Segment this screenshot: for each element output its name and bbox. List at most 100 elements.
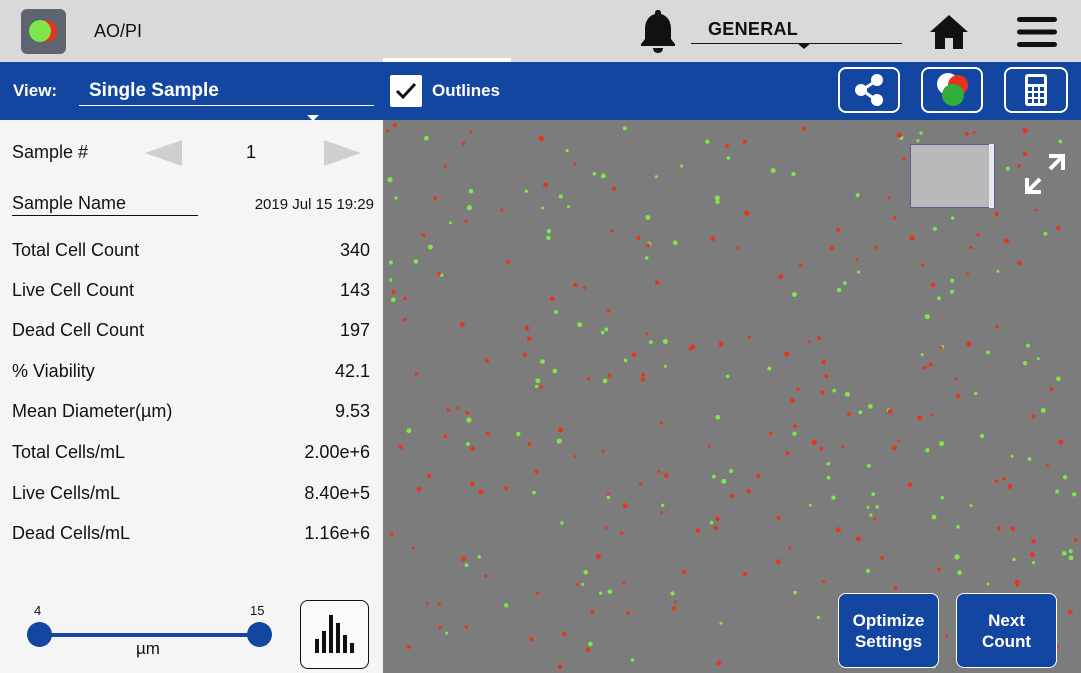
dead-cell-dot bbox=[966, 272, 969, 276]
next-sample-arrow-icon[interactable] bbox=[324, 140, 361, 166]
live-cell-dot bbox=[663, 364, 667, 368]
dead-cell-dot bbox=[1022, 127, 1028, 134]
dead-cell-dot bbox=[607, 373, 612, 377]
live-cell-dot bbox=[680, 164, 684, 168]
ao-pi-app-icon[interactable] bbox=[21, 9, 66, 54]
dead-cell-dot bbox=[880, 555, 884, 560]
dead-cell-dot bbox=[619, 531, 624, 535]
live-cell-dot bbox=[468, 189, 474, 194]
live-cell-dot bbox=[951, 216, 955, 220]
cell-image-viewer[interactable]: Optimize Settings Next Count bbox=[383, 120, 1081, 673]
histogram-button[interactable] bbox=[300, 600, 369, 669]
live-cell-dot bbox=[770, 168, 776, 174]
dead-cell-dot bbox=[485, 431, 490, 436]
previous-sample-arrow-icon[interactable] bbox=[145, 140, 182, 166]
size-range-max-label: 15 bbox=[250, 603, 265, 618]
live-cell-dot bbox=[865, 568, 871, 574]
hamburger-menu-icon[interactable] bbox=[1015, 16, 1059, 48]
dead-cell-dot bbox=[730, 493, 735, 499]
sample-name-field[interactable]: Sample Name bbox=[12, 193, 198, 216]
dead-cell-dot bbox=[622, 503, 628, 509]
result-value: 197 bbox=[339, 320, 370, 340]
dead-cell-dot bbox=[874, 245, 878, 249]
expand-icon[interactable] bbox=[1023, 152, 1067, 196]
calculator-button[interactable] bbox=[1004, 67, 1068, 113]
result-label: Dead Cell Count bbox=[12, 320, 145, 340]
live-cell-dot bbox=[974, 391, 978, 396]
dead-cell-dot bbox=[534, 469, 539, 474]
dead-cell-dot bbox=[654, 280, 660, 285]
dead-cell-dot bbox=[768, 431, 773, 436]
size-range-track[interactable] bbox=[38, 633, 259, 637]
dead-cell-dot bbox=[506, 260, 511, 265]
dead-cell-dot bbox=[659, 421, 664, 425]
live-cell-dot bbox=[623, 358, 628, 363]
dead-cell-dot bbox=[671, 606, 676, 611]
result-value: 8.40e+5 bbox=[304, 483, 370, 503]
dead-cell-dot bbox=[601, 449, 605, 453]
size-range-max-handle[interactable] bbox=[247, 622, 272, 647]
outlines-checkbox[interactable] bbox=[390, 75, 422, 107]
dead-cell-dot bbox=[939, 346, 943, 350]
live-cell-dot bbox=[725, 374, 730, 379]
dead-cell-dot bbox=[893, 586, 898, 590]
live-cell-dot bbox=[672, 240, 678, 246]
optimize-settings-button[interactable]: Optimize Settings bbox=[838, 593, 939, 668]
home-icon[interactable] bbox=[928, 13, 970, 51]
live-cell-dot bbox=[645, 215, 651, 220]
color-channels-button[interactable] bbox=[921, 67, 983, 113]
dead-cell-dot bbox=[775, 559, 781, 564]
dead-cell-dot bbox=[398, 444, 403, 450]
live-cell-dot bbox=[577, 322, 583, 328]
size-range-min-handle[interactable] bbox=[27, 622, 52, 647]
live-cell-dot bbox=[583, 569, 589, 575]
live-cell-dot bbox=[979, 433, 985, 439]
live-cell-dot bbox=[389, 278, 393, 282]
live-cell-dot bbox=[1027, 457, 1032, 461]
dead-cell-dot bbox=[976, 232, 980, 237]
share-icon bbox=[855, 74, 883, 106]
live-cell-dot bbox=[996, 269, 1000, 273]
share-button[interactable] bbox=[838, 67, 900, 113]
dead-cell-dot bbox=[855, 258, 859, 261]
live-cell-dot bbox=[715, 414, 721, 420]
result-value: 9.53 bbox=[334, 401, 370, 421]
profile-dropdown[interactable]: GENERAL bbox=[691, 14, 902, 49]
dead-cell-dot bbox=[622, 581, 626, 585]
live-cell-dot bbox=[792, 431, 797, 436]
live-cell-dot bbox=[791, 172, 796, 177]
view-dropdown[interactable]: Single Sample bbox=[79, 73, 374, 121]
live-cell-dot bbox=[1058, 139, 1063, 144]
live-cell-dot bbox=[816, 615, 820, 620]
sample-number-label: Sample # bbox=[12, 142, 89, 162]
dead-cell-dot bbox=[1034, 208, 1038, 212]
live-cell-dot bbox=[826, 462, 831, 466]
dead-cell-dot bbox=[716, 660, 722, 666]
live-cell-dot bbox=[916, 139, 920, 143]
live-cell-dot bbox=[1037, 357, 1040, 360]
app-title: AO/PI bbox=[94, 21, 143, 41]
dead-cell-dot bbox=[573, 455, 577, 458]
image-minimap[interactable] bbox=[910, 144, 995, 208]
dead-cell-dot bbox=[690, 344, 696, 350]
live-cell-dot bbox=[866, 463, 871, 468]
dead-cell-dot bbox=[478, 489, 484, 495]
dead-cell-dot bbox=[640, 377, 645, 382]
live-cell-dot bbox=[427, 244, 433, 250]
next-count-button[interactable]: Next Count bbox=[956, 593, 1057, 668]
live-cell-dot bbox=[826, 475, 831, 480]
dead-cell-dot bbox=[414, 371, 419, 376]
dead-cell-dot bbox=[425, 601, 429, 605]
live-cell-dot bbox=[924, 314, 930, 320]
live-cell-dot bbox=[714, 195, 720, 201]
histogram-icon bbox=[315, 615, 354, 653]
live-cell-dot bbox=[1068, 549, 1073, 554]
dead-cell-dot bbox=[1004, 238, 1010, 244]
live-cell-dot bbox=[448, 221, 452, 225]
result-value: 2.00e+6 bbox=[304, 442, 370, 462]
live-cell-dot bbox=[504, 603, 509, 608]
dead-cell-dot bbox=[392, 123, 397, 128]
dead-cell-dot bbox=[500, 208, 504, 212]
notification-bell-icon[interactable] bbox=[636, 6, 680, 56]
dead-cell-dot bbox=[437, 602, 441, 606]
